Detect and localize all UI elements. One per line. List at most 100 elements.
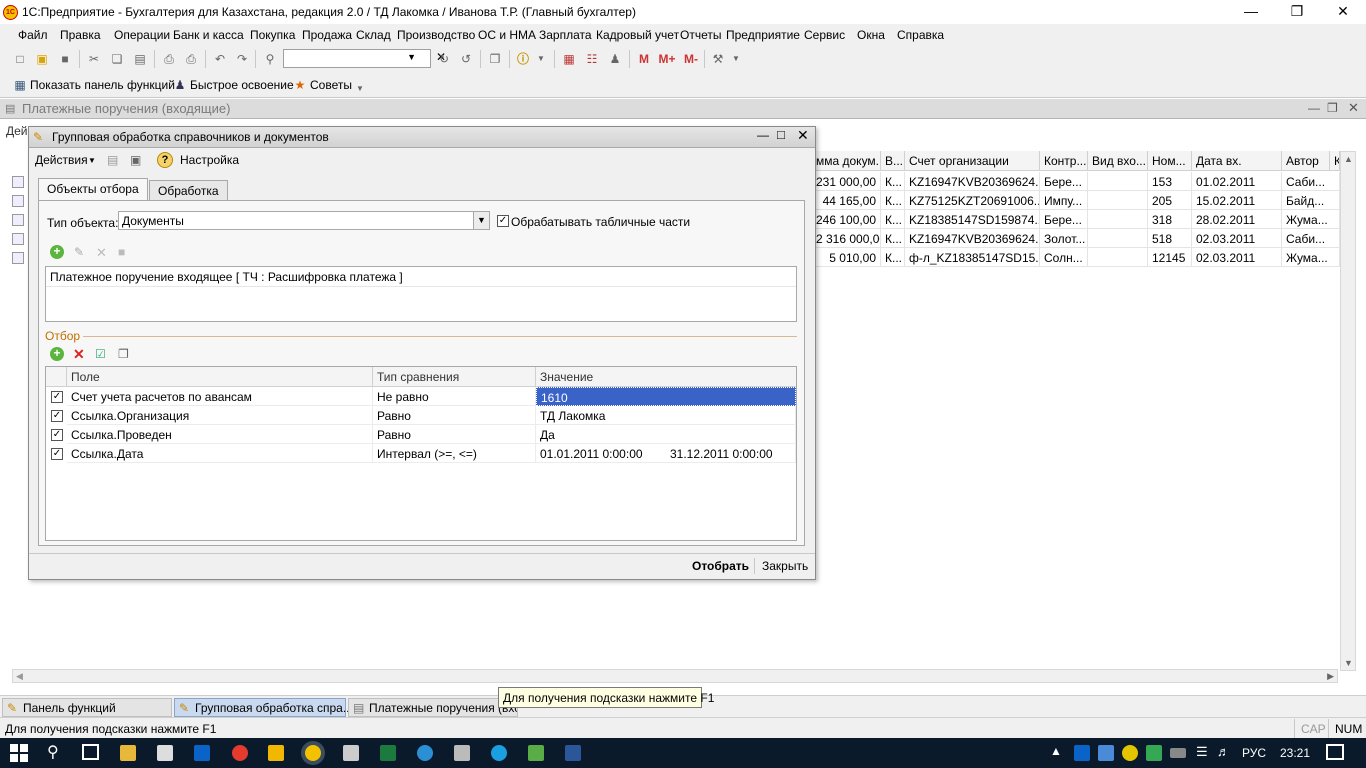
menu-warehouse[interactable]: Склад xyxy=(356,28,391,42)
file-explorer-icon[interactable] xyxy=(120,745,136,761)
col-compare[interactable]: Тип сравнения xyxy=(373,367,536,387)
outlook-tray-icon[interactable] xyxy=(1074,745,1090,761)
memory-plus-button[interactable]: M+ xyxy=(656,51,678,67)
menu-sales[interactable]: Продажа xyxy=(302,28,352,42)
menu-service[interactable]: Сервис xyxy=(804,28,845,42)
calculator-icon[interactable]: ▦ xyxy=(561,51,577,67)
list-item[interactable]: Платежное поручение входящее [ ТЧ : Расш… xyxy=(46,267,796,287)
menu-reports[interactable]: Отчеты xyxy=(680,28,721,42)
dialog-close-button[interactable]: ✕ xyxy=(797,127,809,144)
col-field[interactable]: Поле xyxy=(67,367,373,387)
memory-button[interactable]: M xyxy=(636,51,652,67)
info-icon[interactable]: ⓘ xyxy=(515,51,531,67)
quick-start-button[interactable]: Быстрое освоение xyxy=(190,78,294,92)
tab-processing[interactable]: Обработка xyxy=(149,180,228,200)
menu-help[interactable]: Справка xyxy=(897,28,944,42)
app-icon[interactable] xyxy=(268,745,284,761)
search-icon[interactable]: ⚲ xyxy=(47,742,59,762)
search-combo[interactable]: ▼ ✕ xyxy=(283,49,446,68)
vertical-scrollbar[interactable]: ▲ ▼ xyxy=(1340,151,1356,671)
process-tables-checkbox[interactable]: ✓ xyxy=(497,215,509,227)
notifications-icon[interactable] xyxy=(1326,744,1344,760)
calendar-icon[interactable]: ☷ xyxy=(584,51,600,67)
scroll-up-icon[interactable]: ▲ xyxy=(1344,154,1353,164)
add-icon[interactable]: + xyxy=(50,245,64,259)
drive-icon[interactable] xyxy=(1146,745,1162,761)
col-currency[interactable]: В... xyxy=(881,151,905,171)
menu-enterprise[interactable]: Предприятие xyxy=(726,28,800,42)
settings-button[interactable]: Настройка xyxy=(180,153,239,167)
chevron-up-icon[interactable]: ▲ xyxy=(1050,744,1062,758)
1c-icon[interactable] xyxy=(305,745,321,761)
close-button[interactable]: ✕ xyxy=(1320,0,1366,24)
dialog-maximize-button[interactable]: □ xyxy=(777,127,785,142)
maximize-button[interactable]: ❐ xyxy=(1274,0,1320,24)
col-account[interactable]: Счет организации xyxy=(905,151,1040,171)
menu-hr[interactable]: Кадровый учет xyxy=(596,28,679,42)
add-filter-icon[interactable]: + xyxy=(50,347,64,361)
clock[interactable]: 23:21 xyxy=(1280,746,1310,760)
horizontal-scrollbar[interactable]: ◀ ▶ xyxy=(12,669,1338,683)
delete-filter-icon[interactable]: ✕ xyxy=(73,346,85,363)
col-sum[interactable]: мма докум... xyxy=(812,151,881,171)
delete-icon[interactable]: ✕ xyxy=(96,245,107,261)
tab-group-processing[interactable]: ✎ Групповая обработка спра... xyxy=(174,698,353,717)
dialog-minimize-button[interactable]: — xyxy=(757,128,769,142)
col-value[interactable]: Значение xyxy=(536,367,796,387)
save-icon[interactable]: ■ xyxy=(118,245,125,259)
volume-icon[interactable]: ♬ xyxy=(1217,744,1230,759)
tools-icon[interactable]: ⚒ xyxy=(710,51,726,67)
objects-list[interactable]: Платежное поручение входящее [ ТЧ : Расш… xyxy=(45,266,797,322)
redo-icon[interactable]: ↷ xyxy=(234,51,250,67)
tab-function-panel[interactable]: ✎ Панель функций xyxy=(2,698,172,717)
copy-icon[interactable]: ❏ xyxy=(109,51,125,67)
new-doc-icon[interactable]: □ xyxy=(12,51,28,67)
value-cell-selected[interactable]: 1610 xyxy=(536,387,796,406)
tips-button[interactable]: Советы xyxy=(310,78,352,92)
users-icon[interactable]: ♟ xyxy=(607,51,623,67)
contacts-icon[interactable] xyxy=(528,745,544,761)
row-checkbox[interactable]: ✓ xyxy=(51,448,63,460)
menu-salary[interactable]: Зарплата xyxy=(539,28,592,42)
col-k[interactable]: К xyxy=(1330,151,1340,171)
scroll-right-icon[interactable]: ▶ xyxy=(1327,671,1334,682)
excel-icon[interactable] xyxy=(380,745,396,761)
chrome-icon[interactable] xyxy=(232,745,248,761)
store-icon[interactable] xyxy=(157,745,173,761)
col-contractor[interactable]: Контр... xyxy=(1040,151,1088,171)
chevron-down-icon[interactable]: ▼ xyxy=(473,212,489,229)
close-icon[interactable]: ✕ xyxy=(1348,100,1359,116)
tab-payment-orders[interactable]: ▤ Платежные поручения (вхо... xyxy=(348,698,518,717)
calculator-icon[interactable] xyxy=(343,745,359,761)
show-function-panel-button[interactable]: Показать панель функций xyxy=(30,78,175,92)
uncheck-all-icon[interactable]: ❐ xyxy=(118,347,129,361)
battery-icon[interactable] xyxy=(1170,748,1186,758)
import-icon[interactable]: ▣ xyxy=(130,153,141,167)
row-checkbox[interactable]: ✓ xyxy=(51,410,63,422)
menu-operations[interactable]: Операции xyxy=(114,28,170,42)
row-checkbox[interactable]: ✓ xyxy=(51,391,63,403)
minimize-button[interactable]: — xyxy=(1228,0,1274,24)
minimize-icon[interactable]: — xyxy=(1308,101,1320,115)
menu-edit[interactable]: Правка xyxy=(60,28,101,42)
actions-menu[interactable]: Дей xyxy=(6,124,28,138)
print-icon[interactable]: ⎙ xyxy=(161,51,177,67)
start-icon[interactable] xyxy=(10,744,28,762)
col-date[interactable]: Дата вх. xyxy=(1192,151,1282,171)
col-author[interactable]: Автор xyxy=(1282,151,1330,171)
object-type-select[interactable]: Документы ▼ xyxy=(118,211,490,230)
find-next-icon[interactable]: ↻ xyxy=(436,51,452,67)
col-type[interactable]: Вид вхо... xyxy=(1088,151,1148,171)
tab-objects[interactable]: Объекты отбора xyxy=(38,178,148,200)
check-all-icon[interactable]: ☑ xyxy=(95,347,106,361)
outlook-icon[interactable] xyxy=(194,745,210,761)
wifi-icon[interactable]: ☰ xyxy=(1196,744,1208,760)
chevron-down-icon[interactable]: ▼ xyxy=(533,51,549,67)
skype-icon[interactable] xyxy=(491,745,507,761)
snipping-icon[interactable] xyxy=(454,745,470,761)
chevron-down-icon[interactable]: ▼ xyxy=(407,52,416,62)
windows-icon[interactable]: ❐ xyxy=(487,51,503,67)
language-indicator[interactable]: РУС xyxy=(1242,746,1266,760)
menu-bank[interactable]: Банк и касса xyxy=(173,28,244,42)
save-icon[interactable]: ■ xyxy=(57,51,73,67)
